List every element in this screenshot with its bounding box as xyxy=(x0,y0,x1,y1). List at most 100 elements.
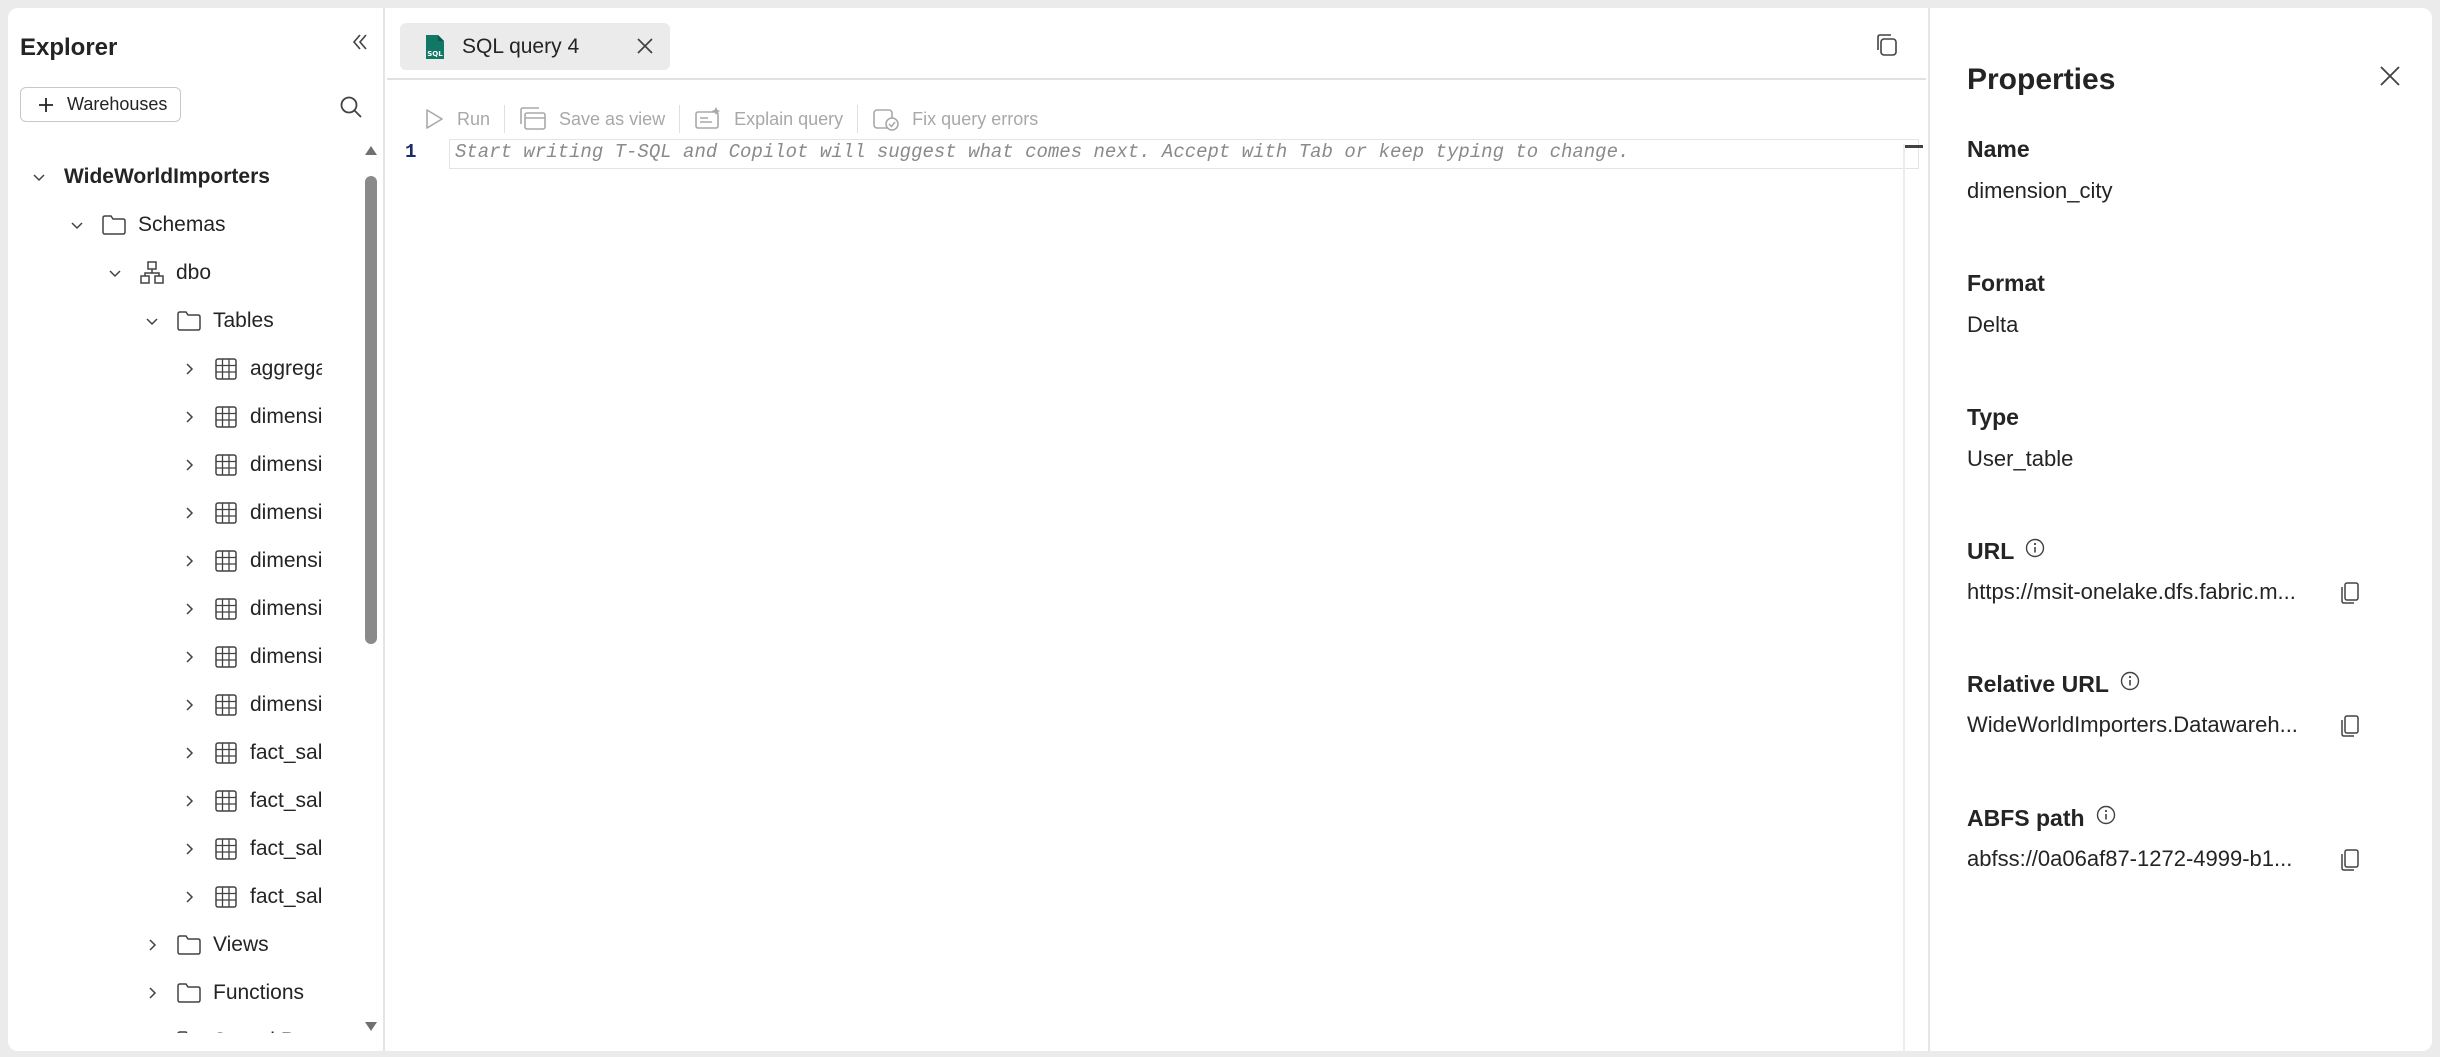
property-label-text: Type xyxy=(1967,404,2019,430)
tree-item[interactable]: Views xyxy=(141,921,269,969)
tree-item[interactable]: dimensi xyxy=(178,441,322,489)
copy-button[interactable] xyxy=(2338,580,2362,606)
save-as-view-button[interactable]: Save as view xyxy=(505,99,679,139)
tree-item[interactable]: fact_sale xyxy=(178,873,322,921)
tree-item[interactable]: dimensi xyxy=(178,537,322,585)
explain-query-button[interactable]: Explain query xyxy=(680,99,857,139)
tree-item[interactable]: Functions xyxy=(141,969,304,1017)
chevron-right-icon[interactable] xyxy=(178,838,200,860)
scroll-thumb[interactable] xyxy=(365,176,377,644)
tree-item[interactable]: dimensi xyxy=(178,633,322,681)
explorer-search-button[interactable] xyxy=(338,94,364,120)
tree-item[interactable]: dimensi xyxy=(178,489,322,537)
tree-item[interactable]: fact_sale xyxy=(178,825,322,873)
tree-item[interactable]: Stored Pr xyxy=(141,1017,302,1033)
property-label-text: Name xyxy=(1967,136,2030,162)
save-as-view-label: Save as view xyxy=(559,108,666,129)
tree-item[interactable]: aggrega xyxy=(178,345,322,393)
copy-button[interactable] xyxy=(2338,847,2362,873)
editor-placeholder[interactable]: Start writing T-SQL and Copilot will sug… xyxy=(455,141,1629,163)
add-warehouses-button[interactable]: Warehouses xyxy=(20,87,182,122)
fix-query-errors-label: Fix query errors xyxy=(912,108,1039,129)
collapse-explorer-button[interactable] xyxy=(346,28,374,56)
properties-title: Properties xyxy=(1967,63,2116,96)
tree-item[interactable]: dimensi xyxy=(178,585,322,633)
chevron-right-icon[interactable] xyxy=(178,742,200,764)
tree-item[interactable]: Schemas xyxy=(66,201,226,249)
tree-item-label: Tables xyxy=(213,309,274,332)
property-label: URL xyxy=(1967,537,2046,565)
query-editor-area: SQL SQL query 4 Run Save as view Explain… xyxy=(387,8,1926,1051)
chevron-right-icon[interactable] xyxy=(178,694,200,716)
chevron-right-icon[interactable] xyxy=(178,550,200,572)
tree-item-label: WideWorldImporters xyxy=(64,165,270,188)
tree-item-label: dimensi xyxy=(250,693,322,716)
sql-file-icon: SQL xyxy=(426,34,444,59)
chevron-right-icon[interactable] xyxy=(178,646,200,668)
explain-query-label: Explain query xyxy=(734,108,844,129)
app-window: Explorer Warehouses WideWorldImporters Sc… xyxy=(8,8,2432,1051)
tree-item[interactable]: dimensi xyxy=(178,393,322,441)
tree-item[interactable]: fact_sale xyxy=(178,777,322,825)
minimap-marker[interactable] xyxy=(1905,145,1923,148)
info-icon[interactable] xyxy=(2119,670,2141,698)
chevron-right-icon[interactable] xyxy=(178,598,200,620)
folder-icon xyxy=(175,1027,203,1033)
tree-item-label: fact_sale xyxy=(250,885,322,908)
chevron-down-icon[interactable] xyxy=(28,166,50,188)
chevron-right-icon[interactable] xyxy=(178,358,200,380)
chevron-right-icon[interactable] xyxy=(178,790,200,812)
folder-icon xyxy=(175,931,203,959)
property-value: Delta xyxy=(1967,312,2019,337)
property-label-text: Format xyxy=(1967,270,2045,296)
table-icon xyxy=(212,643,240,671)
scroll-up-arrow[interactable] xyxy=(365,146,377,155)
table-icon xyxy=(212,403,240,431)
fix-query-errors-button[interactable]: Fix query errors xyxy=(858,99,1052,139)
explain-query-icon xyxy=(695,107,721,129)
chevron-down-icon[interactable] xyxy=(104,262,126,284)
chevron-right-icon[interactable] xyxy=(178,406,200,428)
close-properties-button[interactable] xyxy=(2377,63,2403,89)
property-value: WideWorldImporters.Datawareh... xyxy=(1967,712,2298,737)
copy-icon xyxy=(2341,582,2359,604)
info-icon[interactable] xyxy=(2024,537,2046,565)
folder-icon xyxy=(100,211,128,239)
chevron-right-icon[interactable] xyxy=(178,886,200,908)
chevron-down-icon[interactable] xyxy=(141,310,163,332)
tab-label: SQL query 4 xyxy=(462,34,580,58)
save-as-view-icon xyxy=(520,107,546,130)
property-label: Format xyxy=(1967,270,2045,297)
tree-item-label: aggrega xyxy=(250,357,322,380)
chevron-right-icon[interactable] xyxy=(141,1030,163,1033)
tree-item[interactable]: dimensi xyxy=(178,681,322,729)
run-button[interactable]: Run xyxy=(409,99,504,139)
tree-item[interactable]: Tables xyxy=(141,297,274,345)
search-icon xyxy=(340,96,362,118)
line-number: 1 xyxy=(405,141,417,163)
chevron-right-icon[interactable] xyxy=(178,454,200,476)
info-icon[interactable] xyxy=(2095,804,2117,832)
tree-item[interactable]: fact_sale xyxy=(178,729,322,777)
folder-icon xyxy=(175,979,203,1007)
chevron-down-icon[interactable] xyxy=(66,214,88,236)
svg-text:SQL: SQL xyxy=(427,50,443,58)
tree-item-label: dimensi xyxy=(250,549,322,572)
copy-button[interactable] xyxy=(2338,713,2362,739)
property-value: dimension_city xyxy=(1967,178,2113,203)
chevron-right-icon[interactable] xyxy=(141,982,163,1004)
tree-item[interactable]: WideWorldImporters xyxy=(28,153,270,201)
property-label-text: URL xyxy=(1967,537,2015,564)
chevron-right-icon[interactable] xyxy=(141,934,163,956)
property-label: Type xyxy=(1967,404,2019,431)
explorer-scrollbar[interactable] xyxy=(363,146,379,1031)
tree-item[interactable]: dbo xyxy=(104,249,211,297)
scroll-down-arrow[interactable] xyxy=(365,1022,377,1031)
tab-close-button[interactable] xyxy=(634,35,656,57)
tab-sql-query-4[interactable]: SQL SQL query 4 xyxy=(400,23,670,70)
chevron-right-icon[interactable] xyxy=(178,502,200,524)
property-value: abfss://0a06af87-1272-4999-b1... xyxy=(1967,846,2293,871)
play-icon xyxy=(426,109,443,129)
copy-tabs-button[interactable] xyxy=(1873,31,1901,59)
copy-icon xyxy=(1877,34,1897,56)
